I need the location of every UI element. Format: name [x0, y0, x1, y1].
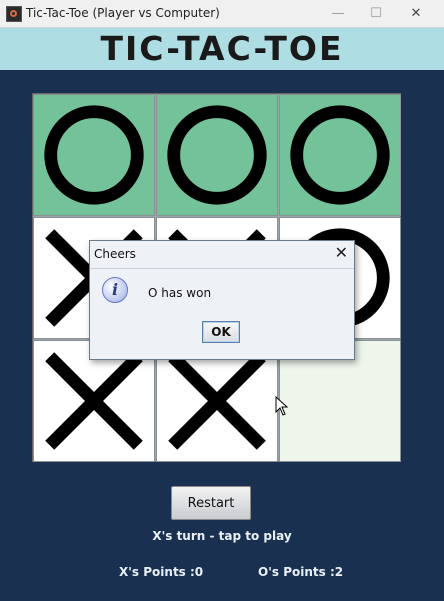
dialog-message: O has won [148, 286, 212, 300]
dialog-title-divider [90, 268, 354, 269]
minimize-button[interactable]: — [318, 0, 358, 27]
dialog-close-icon[interactable]: ✕ [335, 243, 348, 263]
turn-status: X's turn - tap to play [152, 529, 292, 543]
window-title: Tic-Tac-Toe (Player vs Computer) [26, 6, 220, 20]
title-banner: TIC-TAC-TOE [0, 28, 444, 70]
window-titlebar: Tic-Tac-Toe (Player vs Computer) — ☐ ✕ [0, 0, 444, 28]
close-window-button[interactable]: ✕ [396, 0, 436, 27]
board-cell-1-2[interactable] [156, 94, 278, 216]
board-cell-1-1[interactable] [33, 94, 155, 216]
maximize-button[interactable]: ☐ [356, 0, 396, 27]
app-icon [6, 6, 22, 22]
board-cell-1-3[interactable] [279, 94, 401, 216]
info-icon: i [102, 277, 128, 303]
winner-dialog: Cheers ✕ i O has won OK [89, 240, 355, 360]
mouse-cursor-icon [275, 396, 289, 416]
o-points: O's Points :2 [258, 565, 344, 579]
restart-button[interactable]: Restart [171, 486, 251, 520]
game-title: TIC-TAC-TOE [100, 29, 344, 68]
dialog-title: Cheers [94, 247, 136, 261]
o-mark-icon [167, 105, 267, 205]
o-mark-icon [290, 105, 390, 205]
x-points: X's Points :0 [119, 565, 204, 579]
o-mark-icon [44, 105, 144, 205]
ok-button[interactable]: OK [202, 321, 240, 343]
